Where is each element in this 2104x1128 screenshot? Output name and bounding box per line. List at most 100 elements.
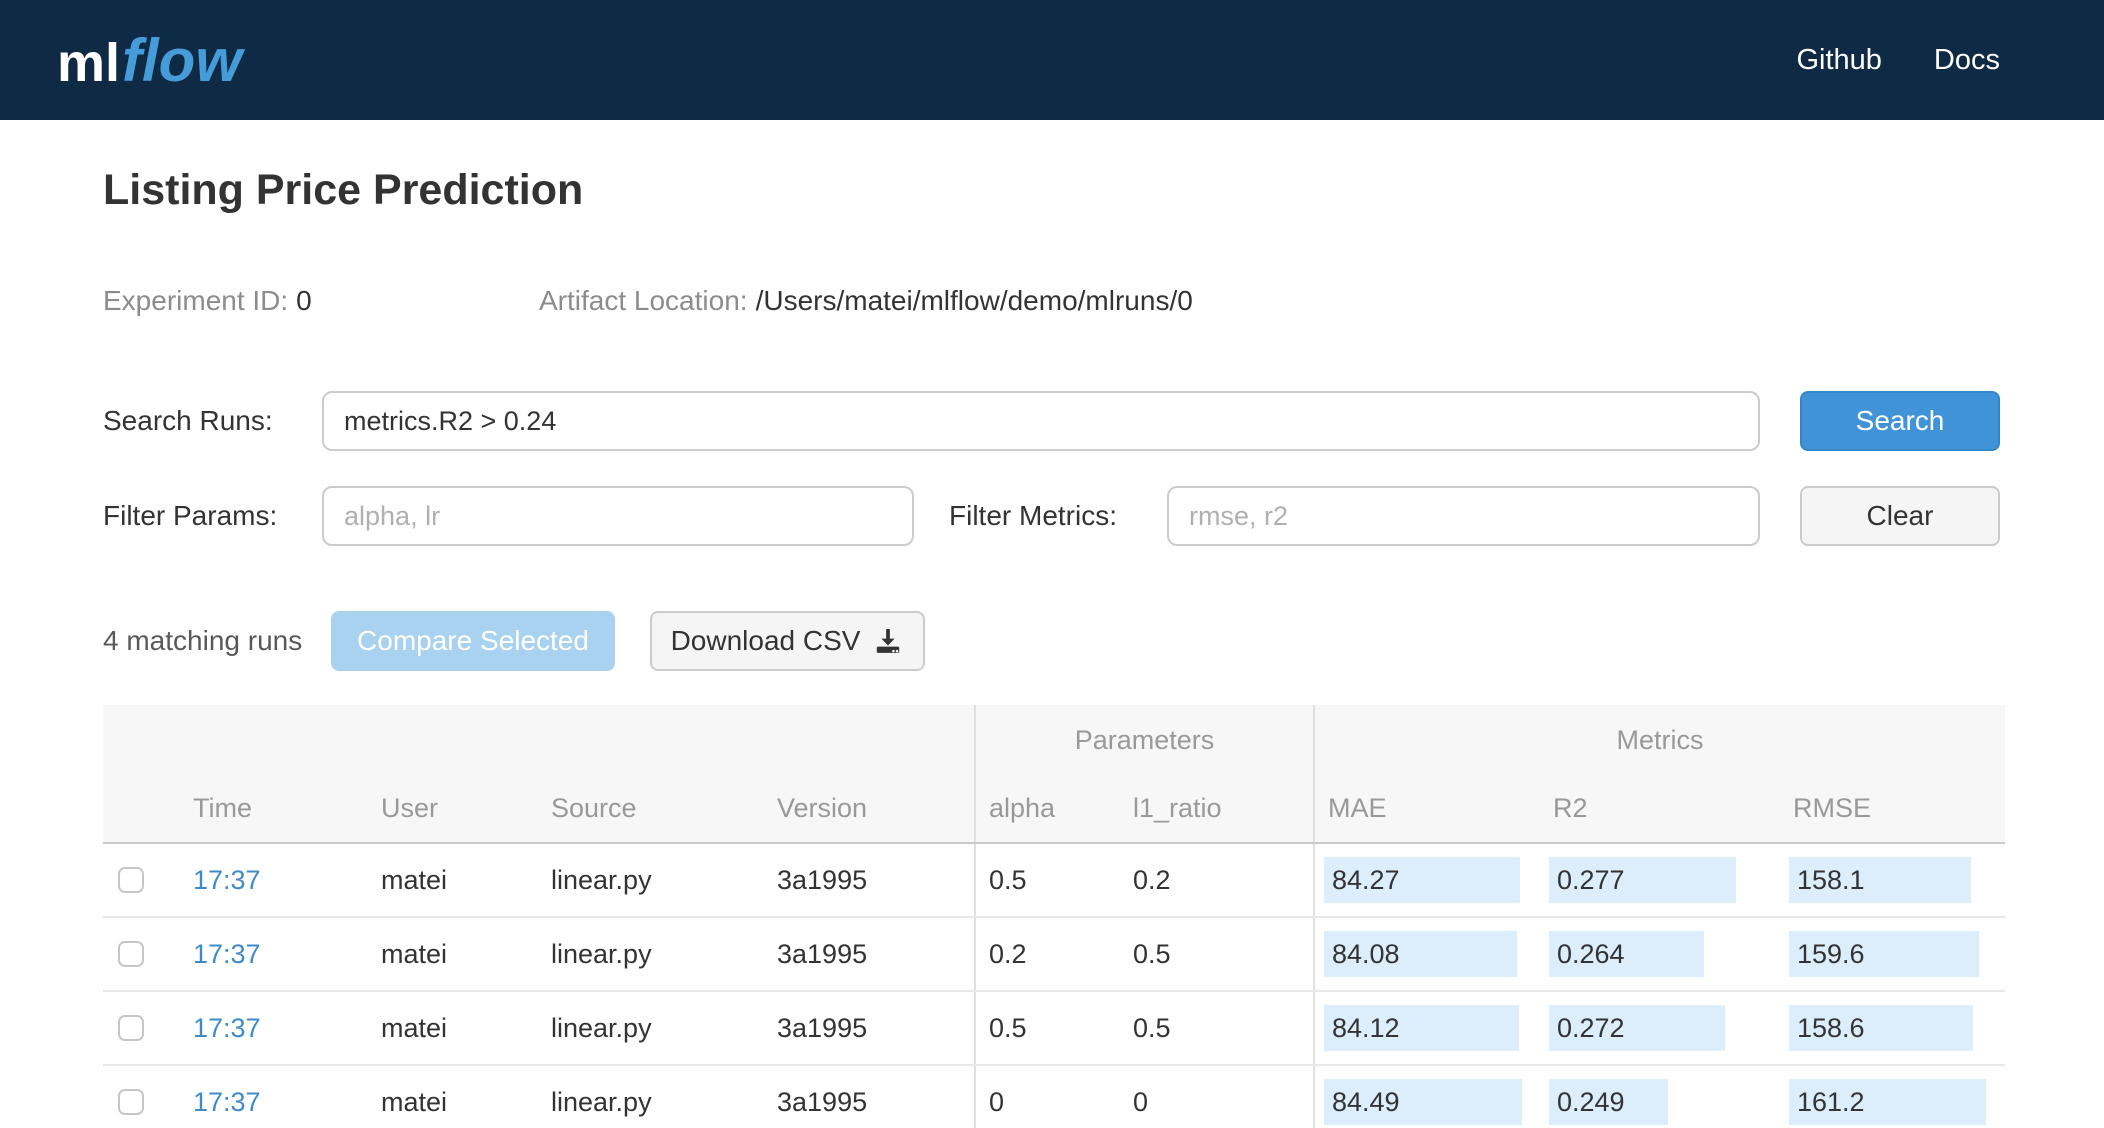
filter-metrics-label: Filter Metrics:: [949, 500, 1117, 531]
rmse-value-bar: 159.6: [1789, 931, 1979, 977]
row-checkbox-cell: [103, 844, 180, 916]
run-checkbox[interactable]: [118, 941, 144, 967]
search-runs-label: Search Runs:: [103, 405, 273, 436]
nav-link-github[interactable]: Github: [1796, 44, 1881, 77]
header-r2: R2: [1553, 793, 1588, 823]
runs-actions-row: 4 matching runs Compare Selected Downloa…: [103, 611, 2005, 671]
mae-value-bar: 84.49: [1324, 1079, 1522, 1125]
clear-button[interactable]: Clear: [1800, 486, 2000, 546]
user-cell: matei: [381, 864, 448, 895]
search-runs-row: Search Runs: Search: [103, 391, 2005, 451]
mae-cell: 84.12: [1313, 992, 1540, 1064]
navbar-links: Github Docs: [1796, 44, 2000, 77]
filter-metrics-input[interactable]: [1167, 486, 1760, 546]
source-cell: linear.py: [551, 864, 652, 895]
header-checkbox-spacer: [103, 775, 180, 842]
compare-selected-button[interactable]: Compare Selected: [331, 611, 615, 671]
mae-cell: 84.49: [1313, 1066, 1540, 1128]
rmse-cell: 159.6: [1780, 918, 2005, 990]
r2-cell: 0.277: [1540, 844, 1780, 916]
version-cell: 3a1995: [777, 1086, 868, 1117]
version-cell: 3a1995: [777, 864, 868, 895]
header-rmse: RMSE: [1793, 793, 1872, 823]
search-button[interactable]: Search: [1800, 391, 2000, 451]
table-row: 17:37 matei linear.py 3a1995 0.5 0.5 84.…: [103, 992, 2005, 1066]
group-header-parameters: Parameters: [974, 705, 1313, 775]
experiment-id-label: Experiment ID:: [103, 285, 289, 316]
runs-table: Parameters Metrics Time User Source Vers…: [103, 705, 2005, 1128]
download-csv-button[interactable]: Download CSV: [650, 611, 925, 671]
mae-cell: 84.08: [1313, 918, 1540, 990]
header-version: Version: [777, 793, 868, 823]
header-source: Source: [551, 793, 637, 823]
header-user: User: [381, 793, 439, 823]
download-icon: [872, 625, 904, 657]
mae-cell: 84.27: [1313, 844, 1540, 916]
run-checkbox[interactable]: [118, 867, 144, 893]
source-cell: linear.py: [551, 938, 652, 969]
experiment-page: Listing Price Prediction Experiment ID: 0…: [0, 166, 2104, 1128]
rmse-cell: 161.2: [1780, 1066, 2005, 1128]
runs-table-header: Parameters Metrics Time User Source Vers…: [103, 705, 2005, 844]
r2-value-bar: 0.249: [1549, 1079, 1668, 1125]
r2-cell: 0.272: [1540, 992, 1780, 1064]
header-l1-ratio: l1_ratio: [1133, 793, 1222, 823]
table-row: 17:37 matei linear.py 3a1995 0 0 84.49 0…: [103, 1066, 2005, 1128]
r2-value-bar: 0.272: [1549, 1005, 1725, 1051]
row-checkbox-cell: [103, 918, 180, 990]
rmse-value-bar: 161.2: [1789, 1079, 1986, 1125]
artifact-location-label: Artifact Location:: [539, 285, 748, 316]
header-mae: MAE: [1313, 775, 1540, 842]
version-cell: 3a1995: [777, 938, 868, 969]
nav-link-docs[interactable]: Docs: [1934, 44, 2000, 77]
user-cell: matei: [381, 1012, 448, 1043]
table-row: 17:37 matei linear.py 3a1995 0.2 0.5 84.…: [103, 918, 2005, 992]
mae-value-bar: 84.08: [1324, 931, 1517, 977]
l1-ratio-cell: 0.2: [1133, 864, 1171, 895]
r2-cell: 0.264: [1540, 918, 1780, 990]
mae-value-bar: 84.12: [1324, 1005, 1519, 1051]
top-navbar: ml flow Github Docs: [0, 0, 2104, 120]
run-time-link[interactable]: 17:37: [193, 865, 261, 896]
experiment-meta: Experiment ID: 0 Artifact Location:/Users…: [103, 285, 2005, 317]
run-time-link[interactable]: 17:37: [193, 939, 261, 970]
source-cell: linear.py: [551, 1086, 652, 1117]
r2-value-bar: 0.264: [1549, 931, 1704, 977]
filter-params-label: Filter Params:: [103, 500, 278, 531]
mlflow-logo[interactable]: ml flow: [57, 26, 242, 95]
header-time: Time: [193, 793, 252, 823]
version-cell: 3a1995: [777, 1012, 868, 1043]
row-checkbox-cell: [103, 1066, 180, 1128]
r2-cell: 0.249: [1540, 1066, 1780, 1128]
artifact-location-block: Artifact Location:/Users/matei/mlflow/de…: [539, 285, 1193, 317]
page-title: Listing Price Prediction: [103, 166, 584, 214]
run-checkbox[interactable]: [118, 1015, 144, 1041]
time-cell: 17:37: [180, 992, 368, 1064]
time-cell: 17:37: [180, 918, 368, 990]
mlflow-logo-flow: flow: [122, 26, 243, 94]
run-time-link[interactable]: 17:37: [193, 1013, 261, 1044]
header-alpha: alpha: [974, 775, 1120, 842]
experiment-id-value: 0: [296, 285, 312, 316]
user-cell: matei: [381, 1086, 448, 1117]
alpha-cell: 0: [974, 1066, 1120, 1128]
filter-row: Filter Params: Filter Metrics: Clear: [103, 486, 2005, 546]
alpha-cell: 0.5: [974, 844, 1120, 916]
column-group-row: Parameters Metrics: [103, 705, 2005, 775]
rmse-value-bar: 158.6: [1789, 1005, 1973, 1051]
download-csv-label: Download CSV: [670, 625, 861, 656]
rmse-cell: 158.1: [1780, 844, 2005, 916]
experiment-id-block: Experiment ID: 0: [103, 285, 539, 317]
mlflow-logo-ml: ml: [57, 32, 121, 93]
group-header-metrics: Metrics: [1313, 705, 2005, 775]
user-cell: matei: [381, 938, 448, 969]
filter-params-input[interactable]: [322, 486, 914, 546]
time-cell: 17:37: [180, 1066, 368, 1128]
row-checkbox-cell: [103, 992, 180, 1064]
column-header-row: Time User Source Version alpha l1_ratio …: [103, 775, 2005, 842]
search-runs-input[interactable]: [322, 391, 1760, 451]
run-time-link[interactable]: 17:37: [193, 1087, 261, 1118]
run-checkbox[interactable]: [118, 1089, 144, 1115]
l1-ratio-cell: 0.5: [1133, 938, 1171, 969]
artifact-location-value: /Users/matei/mlflow/demo/mlruns/0: [755, 285, 1193, 316]
